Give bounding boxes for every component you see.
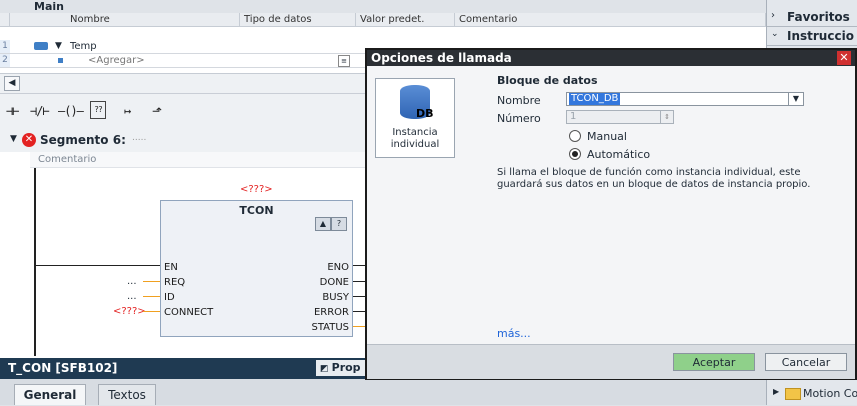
tree-arrow-icon: ▶ [773, 387, 780, 396]
favoritos-row[interactable]: › Favoritos [767, 8, 857, 27]
nombre-label: Nombre [497, 94, 541, 107]
status-wire [353, 326, 365, 327]
power-rail [34, 168, 36, 356]
dialog-title-bar: Opciones de llamada [367, 50, 855, 66]
req-value[interactable]: ... [127, 276, 137, 287]
spin-icon[interactable]: ⇕ [660, 111, 673, 123]
motion-row[interactable]: ▶ Motion Co [767, 384, 857, 402]
pin-en: EN [164, 262, 178, 273]
pin-eno: ENO [327, 262, 349, 273]
properties-label: Prop [331, 361, 361, 374]
instrucciones-row[interactable]: ⌄ Instruccio [767, 27, 857, 46]
inspector-title: T_CON [SFB102] [8, 361, 118, 375]
row-name: Temp [70, 41, 97, 52]
block-info-icon[interactable]: ▲ [315, 217, 331, 231]
temp-section-icon [34, 42, 48, 50]
tab-general[interactable]: General [14, 384, 86, 405]
pin-connect: CONNECT [164, 307, 214, 318]
eno-wire [353, 265, 365, 266]
type-picker-icon[interactable]: ≡ [338, 55, 350, 67]
inspector-tabs: General Textos [0, 379, 766, 405]
tab-textos[interactable]: Textos [98, 384, 156, 405]
en-wire [36, 265, 160, 266]
properties-icon: ◩ [320, 364, 332, 374]
more-link[interactable]: más... [497, 327, 531, 340]
add-row-placeholder[interactable]: <Agregar> [88, 54, 145, 67]
instrucciones-label: Instruccio [787, 29, 854, 43]
favoritos-label: Favoritos [787, 10, 850, 24]
row-number: 2 [0, 54, 10, 67]
nombre-value[interactable]: TCON_DB [569, 93, 621, 105]
pin-error: ERROR [313, 307, 349, 318]
scroll-left-icon[interactable]: ◀ [4, 76, 20, 91]
pin-req: REQ [164, 277, 186, 288]
req-wire [143, 281, 160, 282]
row-number: 1 [0, 40, 10, 53]
radio-automatic[interactable]: Automático [569, 148, 679, 162]
numero-value: 1 [570, 111, 577, 122]
pin-id: ID [164, 292, 175, 303]
error-icon: ✕ [22, 133, 36, 147]
nombre-combobox[interactable]: TCON_DB ▼ [566, 92, 804, 106]
editor-title: Main [0, 0, 766, 13]
pin-status: STATUS [311, 322, 349, 333]
col-header-name[interactable]: Nombre [10, 13, 240, 27]
var-icon [58, 58, 63, 63]
segment-title-trail: ..... [132, 133, 147, 143]
instance-type-tile[interactable]: DB Instancia individual [375, 78, 455, 158]
properties-tab[interactable]: ◩ Prop [316, 360, 365, 376]
radio-manual-label: Manual [587, 130, 627, 143]
db-icon-label: DB [416, 107, 434, 120]
radio-auto-label: Automático [587, 148, 651, 161]
close-icon[interactable]: ✕ [837, 51, 851, 65]
folder-icon [785, 388, 801, 400]
radio-manual[interactable]: Manual [569, 130, 679, 144]
connect-wire [143, 311, 160, 312]
pin-done: DONE [319, 277, 349, 288]
empty-box-icon[interactable]: ?? [90, 101, 106, 119]
radio-auto-dot [572, 151, 578, 157]
done-wire [353, 281, 365, 282]
instance-type-line2: individual [390, 139, 440, 150]
connect-value[interactable]: <???> [113, 306, 146, 317]
segment-title: Segmento 6: [40, 133, 126, 147]
col-header-default[interactable]: Valor predet. [356, 13, 455, 27]
numero-spinner[interactable]: 1 ⇕ [566, 110, 674, 124]
section-title: Bloque de datos [497, 74, 598, 87]
call-options-dialog: Opciones de llamada ✕ DB Instancia indiv… [365, 48, 857, 380]
open-branch-icon[interactable]: ↦ [124, 104, 131, 118]
instance-db-label[interactable]: <???> [240, 184, 273, 195]
expand-down-icon: ⌄ [771, 29, 779, 39]
error-wire [353, 311, 365, 312]
busy-wire [353, 296, 365, 297]
pin-busy: BUSY [322, 292, 349, 303]
tcon-block[interactable]: TCON ▲ ? EN REQ ID CONNECT ENO DONE BUSY… [160, 200, 353, 337]
header-corner [0, 13, 10, 27]
radio-manual-circle[interactable] [569, 130, 581, 142]
radio-auto-circle[interactable] [569, 148, 581, 160]
nc-contact-icon[interactable]: ⊣/⊢ [30, 104, 50, 118]
accept-button[interactable]: Aceptar [673, 353, 755, 371]
dialog-footer: Aceptar Cancelar [367, 344, 855, 379]
motion-label: Motion Co [803, 387, 857, 400]
col-header-comment[interactable]: Comentario [455, 13, 766, 27]
instance-type-line1: Instancia [392, 127, 438, 138]
cancel-button[interactable]: Cancelar [765, 353, 847, 371]
description-text: Si llama el bloque de función como insta… [497, 167, 811, 190]
id-wire [143, 296, 160, 297]
expand-arrow-icon[interactable]: ▼ [55, 40, 62, 53]
id-value[interactable]: ... [127, 291, 137, 302]
close-branch-icon[interactable]: ⬏ [152, 104, 162, 118]
coil-icon[interactable]: –()– [58, 104, 84, 118]
chevron-down-icon[interactable]: ▼ [788, 93, 803, 105]
dialog-title: Opciones de llamada [371, 51, 512, 65]
block-name: TCON [239, 204, 274, 217]
numero-label: Número [497, 112, 541, 125]
col-header-type[interactable]: Tipo de datos [240, 13, 356, 27]
block-help-icon[interactable]: ? [331, 217, 347, 231]
no-contact-icon[interactable]: ⊣⊢ [6, 104, 19, 118]
collapse-arrow-icon[interactable]: ▼ [10, 134, 17, 144]
expand-right-icon: › [771, 10, 775, 21]
